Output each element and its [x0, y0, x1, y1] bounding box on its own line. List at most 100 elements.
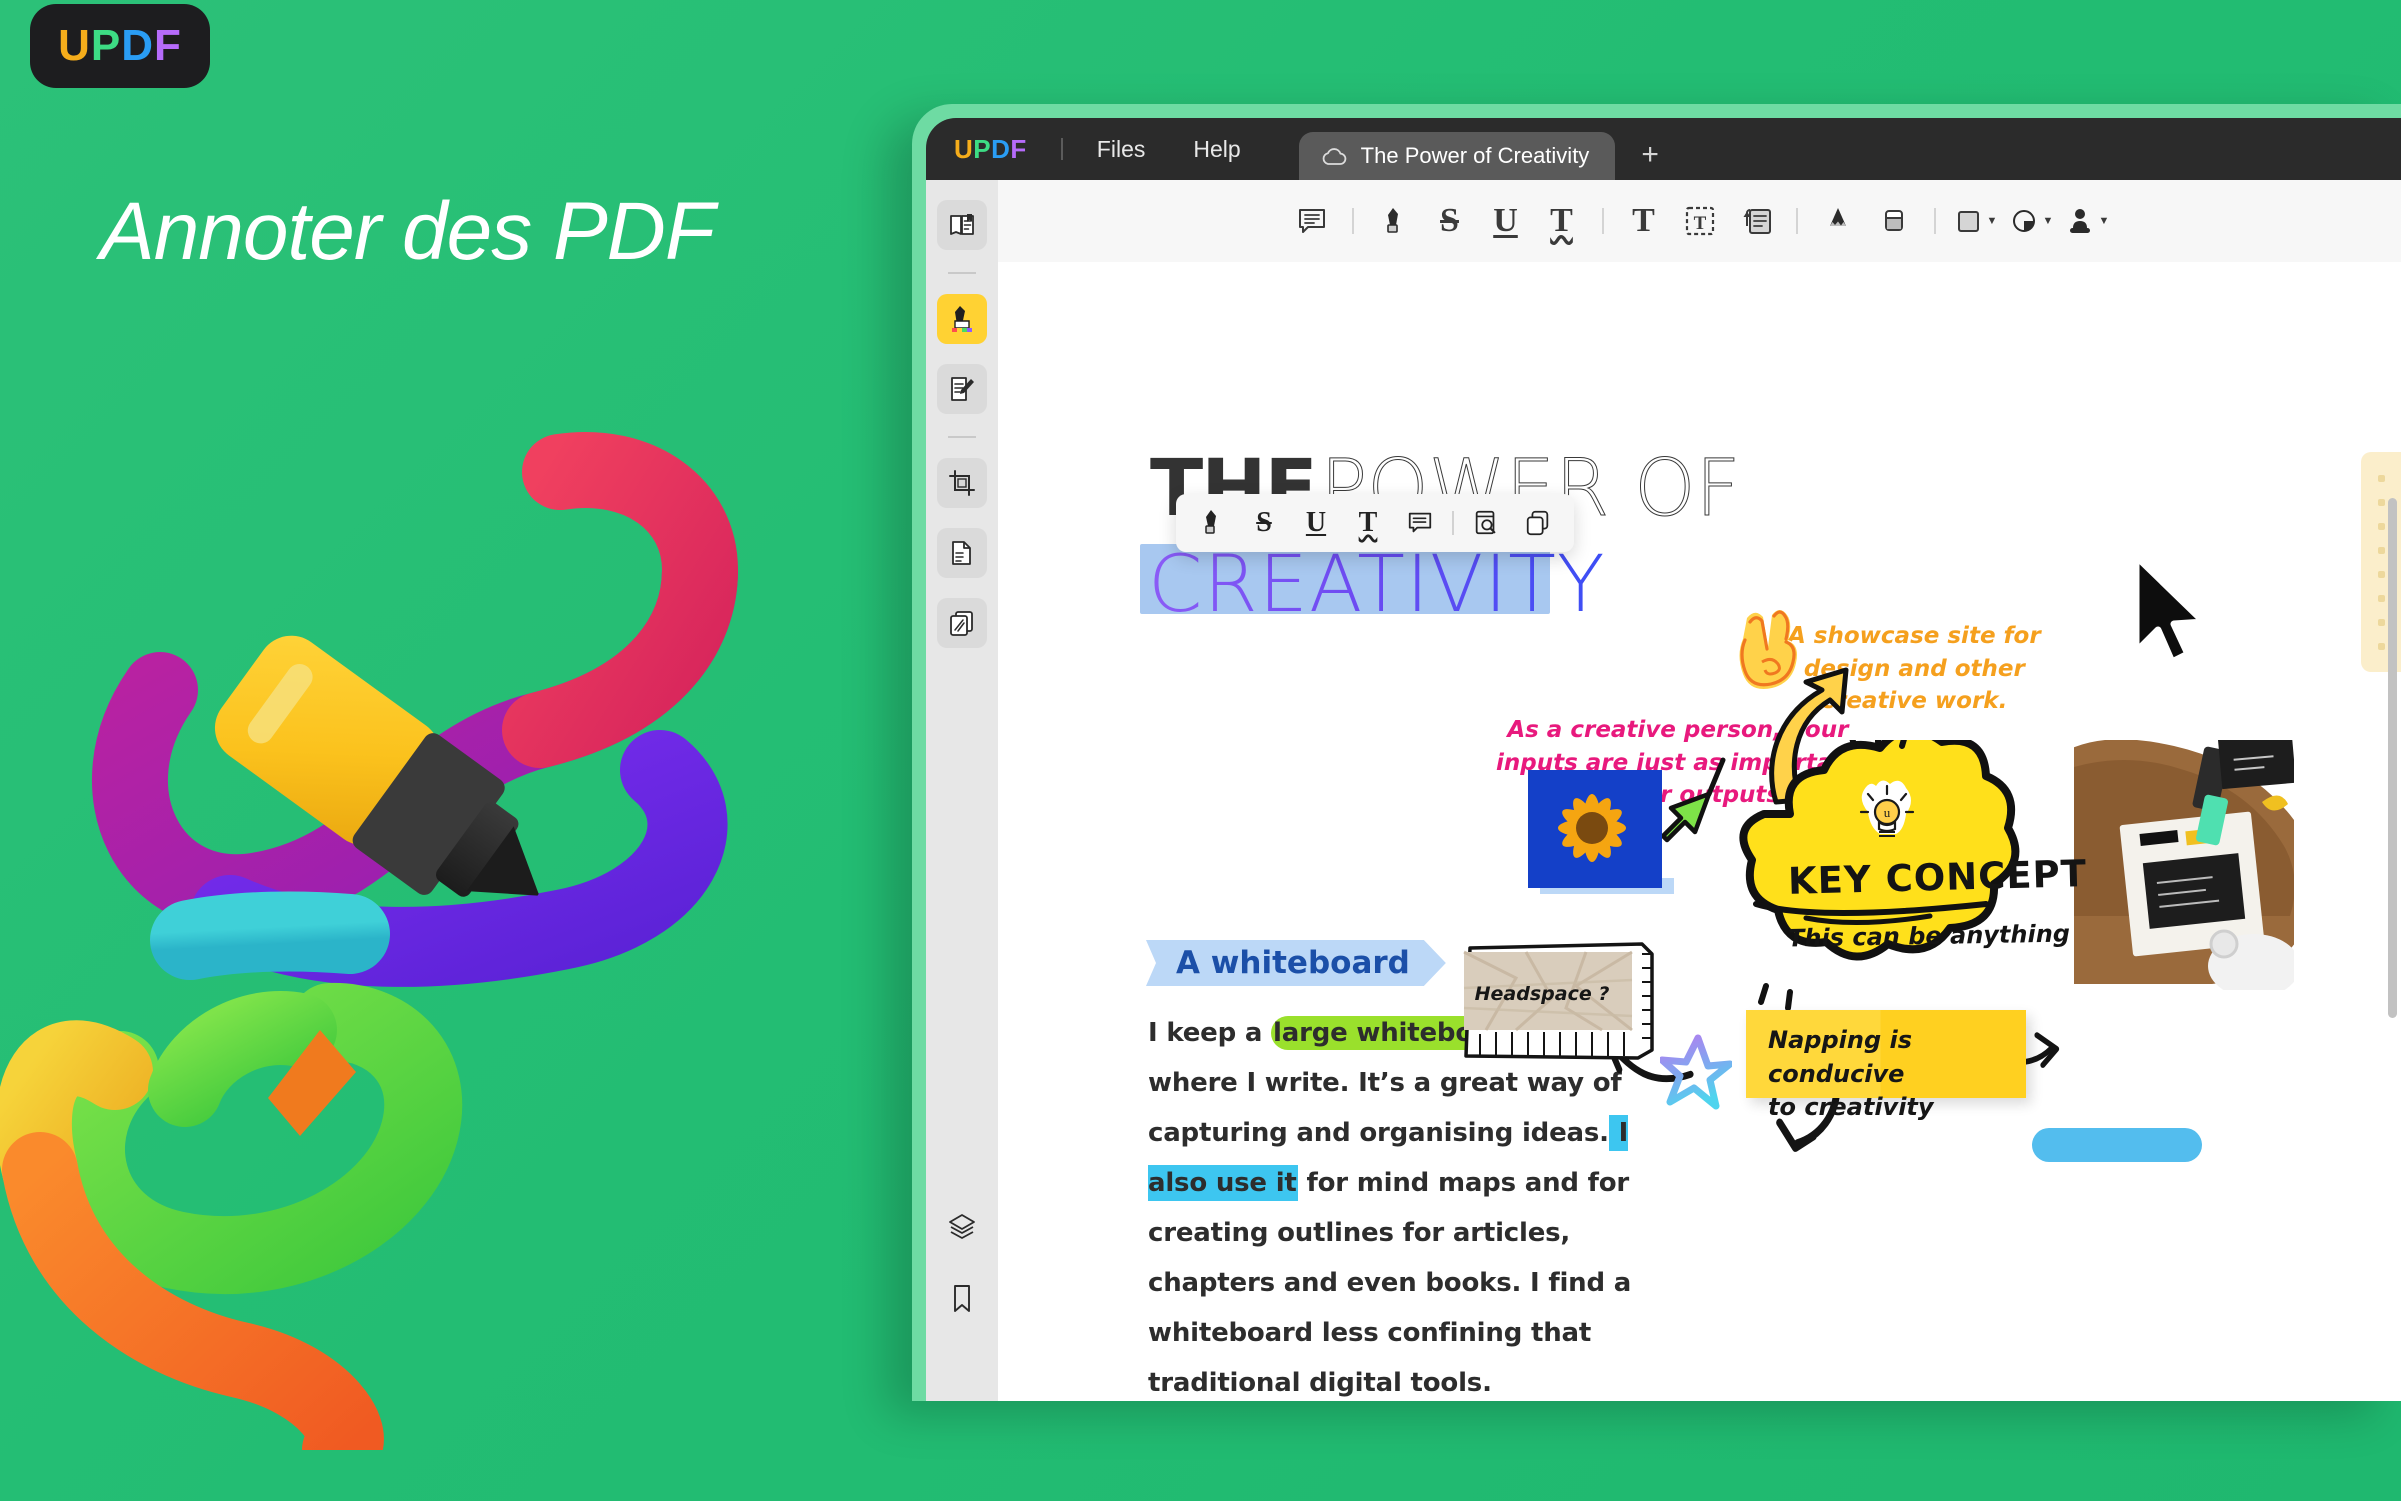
sidebar-item-crop[interactable] [937, 458, 987, 508]
toolbar-highlight[interactable] [1366, 194, 1422, 248]
sunflower-photo [1528, 770, 1662, 888]
napping-note-text: Napping is conducive to creativity [1768, 1026, 1934, 1122]
highlighter-icon [1386, 208, 1398, 233]
pie-shape-icon [2012, 210, 2035, 232]
updf-app-window: UPDF Files Help The Power of Creativity … [912, 104, 2401, 1401]
stamp-icon [2069, 209, 2090, 233]
toolbar-note[interactable] [1728, 194, 1784, 248]
panel-dot [2377, 546, 2385, 554]
highlighter-icon [1205, 510, 1216, 534]
logo-letter-f: F [154, 21, 182, 70]
document-title-line2: CREATIVITY [1140, 540, 1606, 630]
panel-dot [2377, 522, 2385, 530]
edit-document-icon [951, 377, 974, 401]
toolbar-eraser[interactable] [1866, 194, 1922, 248]
headspace-label: Headspace ? [1475, 983, 1610, 1005]
squiggly-underline-icon: T [1550, 202, 1573, 239]
sidebar-bottom-group [926, 1201, 998, 1345]
page-scrollbar[interactable] [2388, 262, 2397, 1401]
pdf-page: THE POWER OF CREATIVITY S U T A whiteboa… [998, 262, 2401, 1401]
toolbar-shape[interactable]: ▼ [1948, 194, 2004, 248]
cloud-subtitle-text: This can be anything [1787, 919, 2071, 953]
pdf-page-viewport[interactable]: THE POWER OF CREATIVITY S U T A whiteboa… [998, 262, 2401, 1401]
section-heading-whiteboard: A whiteboard [1146, 940, 1446, 986]
highlighter-illustration [0, 432, 739, 1450]
logo-letter-p: P [90, 21, 122, 70]
pencil-icon [1829, 208, 1846, 226]
toolbar-strikethrough[interactable]: S [1422, 194, 1478, 248]
app-logo-p: P [973, 133, 992, 164]
toolbar-pie[interactable]: ▼ [2004, 194, 2060, 248]
desk-image [2074, 740, 2294, 990]
annotation-toolbar: S U T T T ▼ ▼ ▼ [998, 180, 2401, 262]
toolbar-squiggly[interactable]: T [1534, 194, 1590, 248]
sunflower-image [1528, 770, 1662, 888]
tab-the-power-of-creativity[interactable]: The Power of Creativity [1298, 132, 1616, 180]
chevron-down-icon: ▼ [2098, 215, 2110, 227]
toolbar-stamp[interactable]: ▼ [2060, 194, 2116, 248]
sidebar-item-layers[interactable] [937, 1201, 987, 1251]
float-toolbar-divider [1452, 511, 1454, 535]
float-strikethrough[interactable]: S [1238, 500, 1290, 546]
comment-icon [1408, 512, 1432, 533]
toolbar-divider-3 [1795, 208, 1798, 234]
crop-icon [949, 470, 975, 496]
float-comment[interactable] [1394, 500, 1446, 546]
sidebar-item-convert[interactable] [937, 598, 987, 648]
panel-dot [2377, 474, 2385, 482]
layers-icon [949, 1214, 975, 1239]
tab-label: The Power of Creativity [1360, 143, 1590, 168]
main-content-column: S U T T T ▼ ▼ ▼ THE POWER OF CREATIVITY … [998, 180, 2401, 1401]
lightbulb-sticker: u [1859, 780, 1915, 837]
sidebar-item-edit[interactable] [937, 364, 987, 414]
app-logo-u: U [954, 133, 974, 164]
float-squiggly[interactable]: T [1342, 500, 1394, 546]
sidebar-item-highlight[interactable] [937, 294, 987, 344]
scrollbar-thumb[interactable] [2388, 498, 2397, 1018]
panel-dot [2377, 570, 2385, 578]
app-logo-f: F [1010, 133, 1027, 164]
eraser-icon [1884, 210, 1903, 231]
app-logo: UPDF [954, 134, 1027, 165]
headspace-photo: Headspace ? [1463, 942, 1654, 1060]
menu-help[interactable]: Help [1193, 136, 1240, 163]
highlighter-icon [952, 306, 972, 332]
section-heading-label: A whiteboard [1176, 945, 1410, 981]
new-tab-button[interactable]: + [1615, 138, 1685, 180]
chevron-down-icon: ▼ [1986, 215, 1998, 227]
svg-text:T: T [1693, 213, 1706, 234]
sidebar-item-organize[interactable] [937, 528, 987, 578]
sidebar-divider-2 [948, 436, 976, 438]
float-copy[interactable] [1512, 500, 1564, 546]
app-body: S U T T T ▼ ▼ ▼ THE POWER OF CREATIVITY … [926, 180, 2401, 1401]
strikethrough-icon: S [1440, 202, 1459, 239]
underline-icon: U [1493, 202, 1518, 239]
toolbar-text[interactable]: T [1616, 194, 1672, 248]
paragraph-whiteboard: I keep a large whiteboard next to where … [1148, 1008, 1648, 1401]
para1-post: for mind maps and for creating outlines … [1148, 1168, 1632, 1398]
bookmark-icon [954, 1285, 970, 1312]
menu-files[interactable]: Files [1097, 136, 1146, 163]
convert-pages-icon [950, 611, 973, 636]
para1-pre: I keep a [1148, 1018, 1272, 1048]
title-creativity: CREATIVITY [1148, 540, 1606, 630]
toolbar-underline[interactable]: U [1478, 194, 1534, 248]
book-reader-icon [950, 214, 974, 235]
float-underline[interactable]: U [1290, 500, 1342, 546]
strikethrough-icon: S [1256, 507, 1272, 538]
cloud-title-text: KEY CONCEPT [1787, 852, 2088, 903]
sidebar-item-reader[interactable] [937, 200, 987, 250]
cloud-icon [1322, 147, 1346, 165]
left-sidebar [926, 180, 998, 1401]
text-box-icon: T [1685, 206, 1714, 236]
promo-headline: Annoter des PDF [100, 186, 715, 277]
search-in-document-icon [1475, 510, 1496, 535]
toolbar-comment[interactable] [1284, 194, 1340, 248]
float-highlight[interactable] [1186, 500, 1238, 546]
float-lookup[interactable] [1460, 500, 1512, 546]
toolbar-textbox[interactable]: T [1672, 194, 1728, 248]
toolbar-pencil[interactable] [1810, 194, 1866, 248]
blue-blob-highlight [2032, 1128, 2202, 1162]
sidebar-item-bookmarks[interactable] [937, 1273, 987, 1323]
chevron-down-icon: ▼ [2042, 215, 2054, 227]
